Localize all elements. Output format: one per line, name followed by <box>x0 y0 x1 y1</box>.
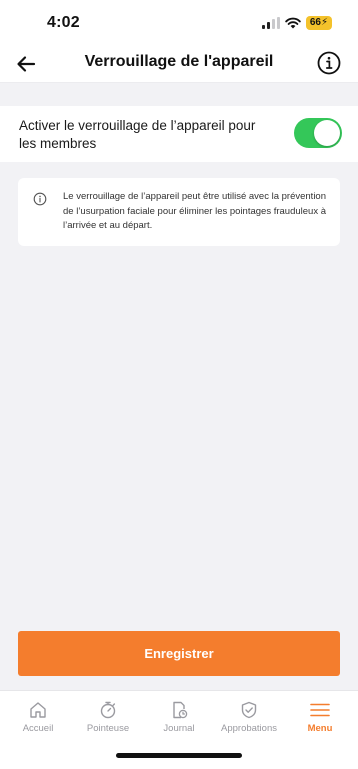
save-button[interactable]: Enregistrer <box>18 631 340 676</box>
tab-label: Accueil <box>22 723 54 734</box>
stopwatch-icon <box>100 701 116 719</box>
tab-label: Journal <box>163 723 195 734</box>
home-icon <box>30 702 46 718</box>
battery-level: 66 <box>309 17 321 28</box>
info-circle-icon[interactable] <box>316 50 342 76</box>
shield-check-icon <box>241 701 257 719</box>
tab-accueil[interactable]: Accueil <box>2 691 74 741</box>
nav-header: Verrouillage de l'appareil <box>0 46 358 83</box>
timesheet-icon <box>173 701 188 719</box>
menu-icon <box>310 703 330 717</box>
info-icon <box>33 192 47 206</box>
battery-indicator: 66⚡ <box>305 16 332 30</box>
status-time: 4:02 <box>47 14 80 31</box>
tab-pointeuse[interactable]: Pointeuse <box>72 691 144 741</box>
tab-menu[interactable]: Menu <box>284 691 356 741</box>
device-lock-label: Activer le verrouillage de l’appareil po… <box>19 118 256 151</box>
tab-approbations[interactable]: Approbations <box>213 691 285 741</box>
home-indicator[interactable] <box>116 753 242 758</box>
tab-label: Menu <box>307 723 333 734</box>
device-lock-setting-row: Activer le verrouillage de l’appareil po… <box>0 106 358 162</box>
info-card-text: Le verrouillage de l’appareil peut être … <box>63 191 326 231</box>
charging-bolt-icon: ⚡ <box>320 17 328 28</box>
page-title: Verrouillage de l'appareil <box>84 53 274 70</box>
wifi-icon <box>285 17 301 29</box>
status-bar: 4:02 66⚡ <box>0 0 358 46</box>
tab-label: Approbations <box>221 723 277 734</box>
toggle-knob <box>314 120 340 146</box>
tab-journal[interactable]: Journal <box>143 691 215 741</box>
info-card: Le verrouillage de l’appareil peut être … <box>18 178 340 246</box>
cellular-signal-icon <box>261 17 280 29</box>
device-lock-toggle[interactable] <box>294 118 342 148</box>
tab-label: Pointeuse <box>86 723 130 734</box>
status-indicators: 66⚡ <box>261 16 332 30</box>
